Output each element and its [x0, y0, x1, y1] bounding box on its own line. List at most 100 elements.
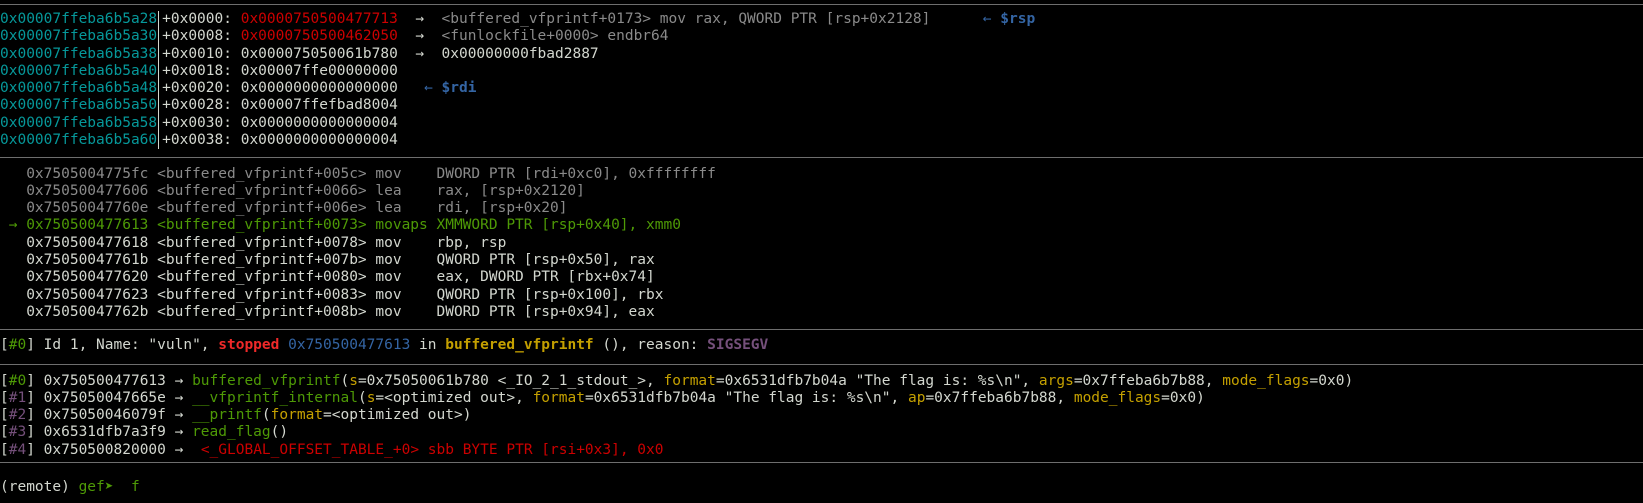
text-segment: 0x750500477618 <buffered_vfprintf+0078> …: [0, 234, 507, 251]
text-segment: mode_flags: [1222, 372, 1310, 389]
text-segment: =0x0): [1161, 389, 1205, 406]
text-segment: s: [349, 372, 358, 389]
text-segment: $rsp: [1000, 11, 1036, 27]
text-segment: [: [0, 424, 9, 441]
text-segment: <_GLOBAL_OFFSET_TABLE_+0> sbb BYTE PTR […: [200, 441, 664, 458]
code-line: → 0x750500477613 <buffered_vfprintf+0073…: [0, 217, 1643, 234]
stack-address: 0x00007ffeba6b5a60: [0, 132, 158, 149]
text-segment: mode_flags: [1073, 389, 1162, 406]
trace-frame[interactable]: [#4] 0x750500820000 → <_GLOBAL_OFFSET_TA…: [0, 442, 1643, 459]
text-segment: (): [270, 424, 289, 441]
stack-row: 0x00007ffeba6b5a50 +0x0028: 0x00007ffefba…: [0, 97, 1643, 115]
text-segment: →: [397, 45, 442, 62]
stack-row: 0x00007ffeba6b5a48 +0x0020: 0x00000000000…: [0, 80, 1643, 98]
column-divider: [158, 62, 160, 81]
text-segment: +0x0038:: [162, 132, 241, 149]
trace-frame[interactable]: [#0] 0x750500477613 → buffered_vfprintf(…: [0, 373, 1643, 390]
stack-row: 0x00007ffeba6b5a38 +0x0010: 0x00007505006…: [0, 45, 1643, 63]
threads-section: [#0] Id 1, Name: "vuln", stopped 0x75050…: [0, 337, 1643, 354]
stack-section: 0x00007ffeba6b5a28 +0x0000: 0x00007505004…: [0, 11, 1643, 150]
text-segment: [: [0, 389, 9, 406]
text-segment: [398, 80, 424, 96]
stack-address: 0x00007ffeba6b5a50: [0, 97, 158, 114]
text-segment: [: [0, 372, 9, 389]
text-segment: 0x750500477606 <buffered_vfprintf+0066> …: [0, 182, 585, 199]
stack-address: 0x00007ffeba6b5a38: [0, 45, 158, 62]
text-segment: 0x000075050061b780: [240, 45, 398, 62]
text-segment: [279, 337, 288, 353]
text-segment: <funlockfile+0000> endbr64: [441, 28, 669, 45]
column-divider: [158, 28, 160, 46]
code-line: 0x75050047762b <buffered_vfprintf+008b> …: [0, 304, 1643, 321]
text-segment: 0x750500477620 <buffered_vfprintf+0080> …: [0, 269, 655, 286]
trace-frame[interactable]: [#2] 0x75050046079f → __printf(format=<o…: [0, 407, 1643, 424]
text-segment: ←: [424, 80, 442, 97]
text-segment: ] 0x750500820000 →: [26, 441, 201, 458]
text-segment: =0x6531dfb7b04a "The flag is: %s\n",: [584, 389, 908, 406]
stack-address: 0x00007ffeba6b5a30: [0, 28, 158, 45]
column-divider: [158, 97, 160, 115]
text-segment: 0x0000000000000004: [240, 132, 398, 149]
text-segment: #0: [8, 337, 27, 353]
text-segment: format: [663, 372, 716, 389]
prompt-line[interactable]: (remote) gef➤ f: [0, 479, 1643, 496]
text-segment: format: [532, 389, 585, 406]
text-segment: 0x75050047760e <buffered_vfprintf+006e> …: [0, 200, 568, 217]
text-segment: ap: [907, 389, 926, 406]
text-segment: gef➤: [78, 479, 123, 495]
trace-frame[interactable]: [#3] 0x6531dfb7a3f9 → read_flag(): [0, 424, 1643, 441]
stack-address: 0x00007ffeba6b5a48: [0, 80, 158, 97]
text-segment: ] Id 1, Name: "vuln",: [26, 337, 219, 353]
text-segment: buffered_vfprintf: [445, 337, 594, 353]
text-segment: 0x75050047761b <buffered_vfprintf+007b> …: [0, 251, 655, 268]
code-line: 0x75050047761b <buffered_vfprintf+007b> …: [0, 252, 1643, 269]
text-segment: #3: [8, 424, 27, 441]
text-segment: 0x00007ffefbad8004: [240, 97, 398, 114]
code-line: 0x75050047760e <buffered_vfprintf+006e> …: [0, 200, 1643, 217]
text-segment: (: [261, 407, 271, 424]
text-segment: → 0x750500477613 <buffered_vfprintf+0073…: [0, 217, 681, 234]
text-segment: ] 0x75050047665e →: [26, 389, 193, 406]
column-divider: [158, 132, 160, 150]
text-segment: →: [397, 11, 442, 27]
text-segment: buffered_vfprintf: [192, 372, 341, 389]
code-line: 0x750500477606 <buffered_vfprintf+0066> …: [0, 183, 1643, 200]
code-line: 0x7505004775fc <buffered_vfprintf+005c> …: [0, 166, 1643, 183]
trace-frame[interactable]: [#1] 0x75050047665e → __vfprintf_interna…: [0, 390, 1643, 407]
text-segment: 0x0000000000000004: [240, 114, 398, 131]
text-segment: (: [357, 389, 367, 406]
text-segment: #0: [8, 372, 27, 389]
stack-row: 0x00007ffeba6b5a58 +0x0030: 0x00000000000…: [0, 114, 1643, 133]
text-segment: in: [410, 337, 446, 353]
text-segment: [930, 11, 982, 27]
text-segment: #2: [8, 407, 27, 424]
code-line: 0x750500477618 <buffered_vfprintf+0078> …: [0, 235, 1643, 252]
command-prompt[interactable]: (remote) gef➤ f: [0, 479, 1643, 496]
top-separator: [0, 4, 1643, 5]
trace-section: [#0] 0x750500477613 → buffered_vfprintf(…: [0, 373, 1643, 459]
stack-row: 0x00007ffeba6b5a30 +0x0008: 0x00007505004…: [0, 28, 1643, 46]
separator-stack-code: [0, 157, 1643, 158]
text-segment: 0x0000000000000000: [240, 80, 398, 97]
text-segment: (: [340, 372, 350, 389]
stack-row: 0x00007ffeba6b5a60 +0x0038: 0x00000000000…: [0, 132, 1643, 150]
text-segment: =<optimized out>): [323, 407, 472, 424]
text-segment: 0x750500477613: [288, 337, 411, 353]
text-segment: =0x75050061b780 <_IO_2_1_stdout_>,: [357, 372, 664, 389]
text-segment: __vfprintf_internal: [192, 389, 358, 406]
text-segment: →: [397, 28, 442, 45]
text-segment: 0x750500477623 <buffered_vfprintf+0083> …: [0, 286, 664, 303]
text-segment: +0x0018:: [162, 62, 241, 79]
column-divider: [158, 80, 160, 98]
text-segment: stopped: [218, 337, 280, 353]
code-line: 0x750500477623 <buffered_vfprintf+0083> …: [0, 287, 1643, 304]
text-segment: =0x7ffeba6b7b88,: [925, 389, 1074, 406]
text-segment: ] 0x75050046079f →: [26, 407, 193, 424]
text-segment: +0x0008:: [162, 28, 241, 45]
text-segment: #4: [8, 441, 27, 458]
text-segment: +0x0020:: [162, 80, 241, 97]
text-segment: 0x7505004775fc <buffered_vfprintf+005c> …: [0, 165, 716, 182]
text-segment: read_flag: [192, 424, 271, 441]
text-segment: ] 0x750500477613 →: [26, 372, 193, 389]
thread-line: [#0] Id 1, Name: "vuln", stopped 0x75050…: [0, 337, 1643, 354]
